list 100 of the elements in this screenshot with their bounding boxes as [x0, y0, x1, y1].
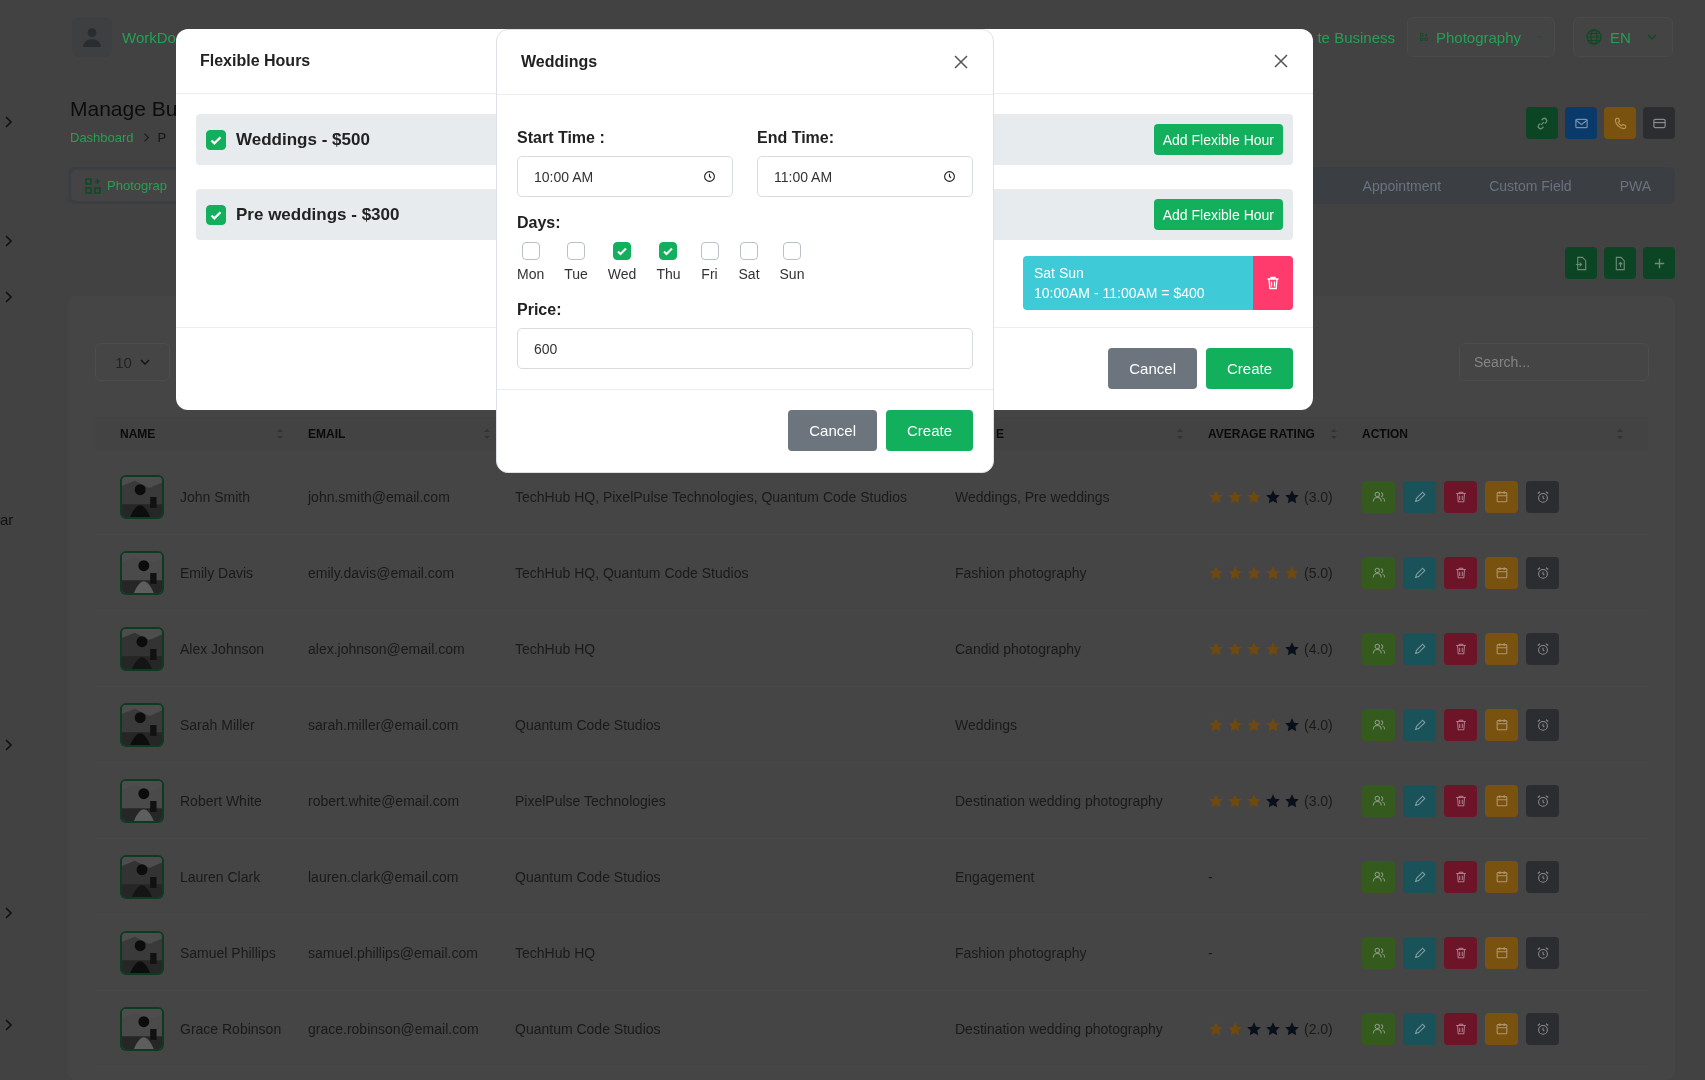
brand-name[interactable]: WorkDo — [122, 28, 176, 46]
people-button[interactable] — [1362, 860, 1395, 893]
create-button[interactable]: Create — [1205, 348, 1293, 389]
calendar-button[interactable] — [1485, 1012, 1518, 1045]
people-button[interactable] — [1362, 784, 1395, 817]
trash-button[interactable] — [1444, 784, 1477, 817]
checkbox[interactable] — [567, 242, 586, 260]
calendar-icon — [1494, 1021, 1509, 1036]
people-button[interactable] — [1362, 936, 1395, 969]
pencil-button[interactable] — [1403, 936, 1436, 969]
close-icon[interactable] — [1273, 53, 1289, 69]
card-button[interactable] — [1643, 107, 1675, 139]
caret-icon — [1537, 34, 1542, 40]
import-button[interactable] — [1565, 247, 1597, 279]
people-button[interactable] — [1362, 708, 1395, 741]
alarm-icon — [1535, 1021, 1550, 1036]
tab[interactable]: PWA — [1619, 177, 1651, 194]
checkbox[interactable] — [700, 242, 719, 260]
people-button[interactable] — [1362, 480, 1395, 513]
pencil-button[interactable] — [1403, 556, 1436, 589]
chevron-right-icon[interactable] — [3, 234, 13, 248]
people-button[interactable] — [1362, 556, 1395, 589]
alarm-button[interactable] — [1526, 556, 1559, 589]
cancel-button[interactable]: Cancel — [788, 410, 877, 451]
pencil-button[interactable] — [1403, 1012, 1436, 1045]
checkbox[interactable] — [613, 242, 632, 260]
pencil-button[interactable] — [1403, 708, 1436, 741]
add-flexible-hour-button[interactable]: Add Flexible Hour — [1153, 124, 1283, 155]
checkbox[interactable] — [659, 242, 678, 260]
checkbox[interactable] — [783, 242, 801, 260]
workspace-dropdown[interactable]: Photography — [1407, 17, 1555, 57]
people-button[interactable] — [1362, 1012, 1395, 1045]
calendar-button[interactable] — [1485, 632, 1518, 665]
people-button[interactable] — [1362, 632, 1395, 665]
trash-button[interactable] — [1444, 1012, 1477, 1045]
mail-button[interactable] — [1565, 107, 1597, 139]
copy-link-button[interactable] — [1526, 107, 1558, 139]
pencil-button[interactable] — [1403, 860, 1436, 893]
create-button[interactable]: Create — [885, 410, 973, 451]
calendar-button[interactable] — [1485, 708, 1518, 741]
alarm-button[interactable] — [1526, 1012, 1559, 1045]
pencil-button[interactable] — [1403, 784, 1436, 817]
alarm-button[interactable] — [1526, 860, 1559, 893]
chevron-right-icon[interactable] — [3, 906, 13, 920]
phone-button[interactable] — [1604, 107, 1636, 139]
trash-button[interactable] — [1444, 708, 1477, 741]
time-field[interactable]: 10:00 AM — [517, 156, 733, 197]
column-header: EMAIL — [308, 427, 346, 441]
calendar-button[interactable] — [1485, 860, 1518, 893]
star-icon — [1246, 792, 1262, 809]
alarm-button[interactable] — [1526, 936, 1559, 969]
pencil-icon — [1412, 1021, 1427, 1036]
checkbox[interactable] — [206, 129, 226, 150]
alarm-icon — [1535, 641, 1550, 656]
pencil-button[interactable] — [1403, 480, 1436, 513]
search-field[interactable]: Search... — [1459, 343, 1649, 381]
chevron-right-icon[interactable] — [3, 738, 13, 752]
service-label: Weddings - $500 — [236, 129, 370, 150]
trash-icon — [1453, 565, 1468, 580]
star-icon — [1227, 792, 1243, 809]
pencil-button[interactable] — [1403, 632, 1436, 665]
star-icon — [1227, 640, 1243, 657]
close-icon[interactable] — [953, 54, 969, 70]
calendar-button[interactable] — [1485, 556, 1518, 589]
time-field[interactable]: 11:00 AM — [757, 156, 973, 197]
tab[interactable]: Appointment — [1362, 177, 1442, 194]
business-link[interactable]: te Business — [1317, 28, 1395, 46]
chevron-right-icon[interactable] — [3, 115, 13, 129]
price-field[interactable]: 600 — [517, 328, 973, 369]
column-header: ACTION — [1362, 427, 1408, 441]
trash-button[interactable] — [1444, 860, 1477, 893]
file-icon — [1573, 255, 1589, 271]
checkbox[interactable] — [206, 204, 226, 225]
checkbox[interactable] — [740, 242, 758, 260]
delete-button[interactable] — [1253, 256, 1293, 310]
tab[interactable]: Custom Field — [1489, 177, 1572, 194]
language-dropdown[interactable]: EN — [1573, 17, 1673, 57]
add-button[interactable] — [1643, 247, 1675, 279]
alarm-button[interactable] — [1526, 632, 1559, 665]
alarm-button[interactable] — [1526, 708, 1559, 741]
star-icon — [1208, 1020, 1224, 1037]
add-flexible-hour-button[interactable]: Add Flexible Hour — [1153, 199, 1283, 230]
trash-button[interactable] — [1444, 480, 1477, 513]
calendar-button[interactable] — [1485, 936, 1518, 969]
trash-button[interactable] — [1444, 556, 1477, 589]
calendar-icon — [1494, 793, 1509, 808]
trash-button[interactable] — [1444, 632, 1477, 665]
user-avatar[interactable] — [72, 17, 112, 57]
chevron-right-icon[interactable] — [3, 1018, 13, 1032]
caret-icon — [139, 359, 150, 365]
cancel-button[interactable]: Cancel — [1108, 348, 1197, 389]
calendar-button[interactable] — [1485, 784, 1518, 817]
chevron-right-icon[interactable] — [3, 290, 13, 304]
calendar-button[interactable] — [1485, 480, 1518, 513]
breadcrumb-link[interactable]: Dashboard — [70, 130, 134, 145]
alarm-button[interactable] — [1526, 784, 1559, 817]
trash-button[interactable] — [1444, 936, 1477, 969]
alarm-button[interactable] — [1526, 480, 1559, 513]
checkbox[interactable] — [521, 242, 540, 260]
export-button[interactable] — [1604, 247, 1636, 279]
